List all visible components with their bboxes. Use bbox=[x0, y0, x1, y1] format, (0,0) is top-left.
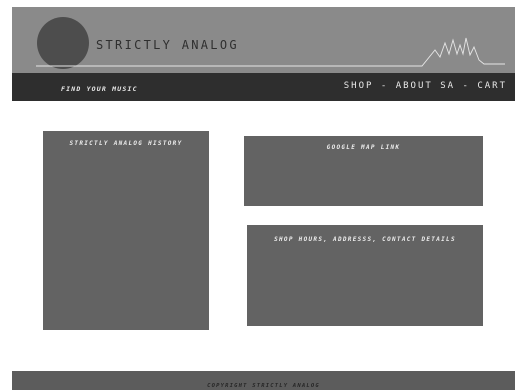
site-footer: COPYRIGHT STRICTLY ANALOG bbox=[12, 371, 515, 390]
map-panel[interactable]: GOOGLE MAP LINK bbox=[244, 136, 483, 206]
nav-link-shop[interactable]: SHOP bbox=[344, 81, 374, 91]
contact-panel: SHOP HOURS, ADDRESSS, CONTACT DETAILS bbox=[247, 225, 483, 326]
nav-separator: - bbox=[462, 81, 470, 91]
nav-links: SHOP - ABOUT SA - CART bbox=[344, 81, 507, 91]
copyright-text: COPYRIGHT STRICTLY ANALOG bbox=[207, 383, 320, 389]
tagline: FIND YOUR MUSIC bbox=[61, 85, 138, 93]
nav-bar: FIND YOUR MUSIC SHOP - ABOUT SA - CART bbox=[12, 73, 515, 101]
waveform-icon bbox=[36, 37, 505, 67]
nav-separator: - bbox=[380, 81, 389, 91]
contact-label: SHOP HOURS, ADDRESSS, CONTACT DETAILS bbox=[274, 236, 456, 243]
map-link-label[interactable]: GOOGLE MAP LINK bbox=[244, 144, 483, 151]
history-label: STRICTLY ANALOG HISTORY bbox=[69, 140, 183, 147]
nav-link-about[interactable]: ABOUT SA bbox=[396, 81, 455, 91]
page: STRICTLY ANALOG FIND YOUR MUSIC SHOP - A… bbox=[0, 0, 515, 390]
history-panel: STRICTLY ANALOG HISTORY bbox=[43, 131, 209, 330]
nav-link-cart[interactable]: CART bbox=[477, 81, 507, 91]
site-header: STRICTLY ANALOG bbox=[12, 7, 515, 73]
